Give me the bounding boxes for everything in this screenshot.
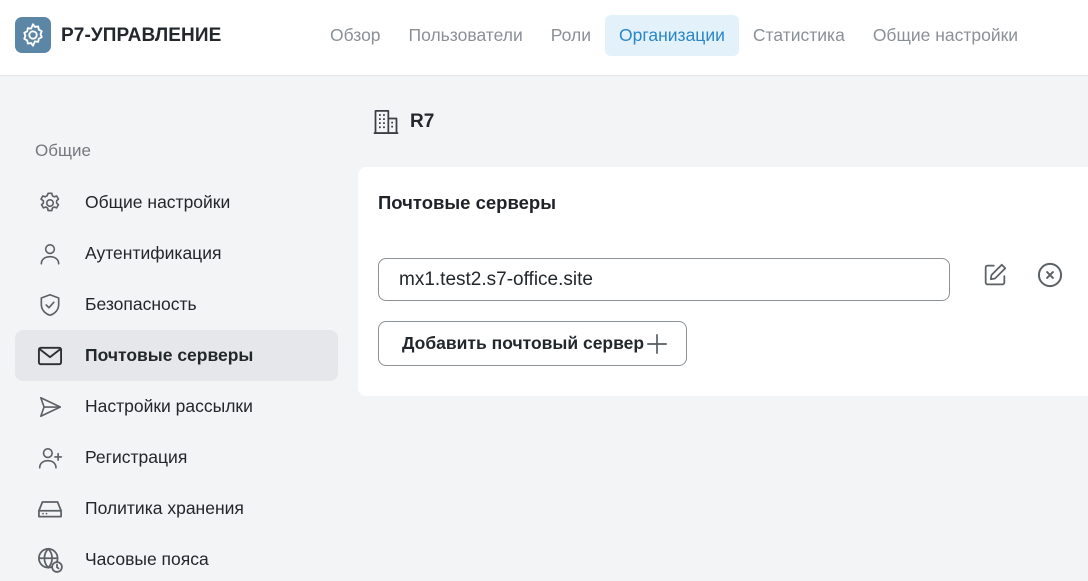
sidebar-heading: Общие (35, 141, 91, 160)
remove-server-button[interactable] (1034, 259, 1066, 291)
main-nav: Обзор Пользователи Роли Организации Стат… (316, 15, 1032, 56)
hard-drive-icon (36, 495, 64, 523)
app-brand-name: Р7-УПРАВЛЕНИЕ (61, 25, 222, 46)
gear-icon (36, 189, 64, 217)
mail-icon (36, 342, 64, 370)
sidebar-item-mail-servers[interactable]: Почтовые серверы (15, 330, 338, 381)
sidebar-item-registration[interactable]: Регистрация (15, 432, 338, 483)
plus-icon (646, 333, 668, 355)
user-plus-icon (36, 444, 64, 472)
nav-users[interactable]: Пользователи (395, 15, 537, 56)
organization-header: R7 (372, 108, 434, 136)
sidebar-item-security[interactable]: Безопасность (15, 279, 338, 330)
sidebar-item-label: Аутентификация (85, 243, 222, 263)
nav-statistics[interactable]: Статистика (739, 15, 859, 56)
gear-logo-icon (23, 23, 43, 47)
building-icon (372, 108, 400, 136)
sidebar-item-retention-policy[interactable]: Политика хранения (15, 483, 338, 534)
organization-name: R7 (410, 111, 435, 132)
nav-general-settings[interactable]: Общие настройки (859, 15, 1032, 56)
sidebar-item-label: Часовые пояса (85, 549, 209, 569)
sidebar-item-time-zones[interactable]: Часовые пояса (15, 534, 338, 581)
nav-overview[interactable]: Обзор (316, 15, 395, 56)
sidebar-item-label: Настройки рассылки (85, 396, 253, 416)
app-logo[interactable] (15, 17, 51, 53)
sidebar-item-general-settings[interactable]: Общие настройки (15, 177, 338, 228)
nav-organizations[interactable]: Организации (605, 15, 739, 56)
add-mail-server-button[interactable]: Добавить почтовый сервер (378, 321, 687, 366)
sidebar-item-label: Общие настройки (85, 192, 231, 212)
add-mail-server-label: Добавить почтовый сервер (402, 333, 645, 353)
nav-roles[interactable]: Роли (537, 15, 605, 56)
sidebar-item-label: Почтовые серверы (85, 345, 254, 365)
edit-icon (984, 263, 1007, 286)
sidebar-item-mailing-settings[interactable]: Настройки рассылки (15, 381, 338, 432)
shield-check-icon (36, 291, 64, 319)
mail-servers-card: Почтовые серверы Добавить почтовый серве… (358, 167, 1088, 396)
top-bar: Р7-УПРАВЛЕНИЕ Обзор Пользователи Роли Ор… (0, 0, 1088, 76)
card-title: Почтовые серверы (378, 192, 556, 213)
sidebar-item-label: Политика хранения (85, 498, 244, 518)
mail-server-input[interactable] (378, 258, 950, 301)
globe-clock-icon (36, 546, 64, 574)
sidebar-item-authentication[interactable]: Аутентификация (15, 228, 338, 279)
close-circle-icon (1037, 262, 1063, 288)
sidebar-item-label: Регистрация (85, 447, 188, 467)
sidebar-item-label: Безопасность (85, 294, 197, 314)
edit-server-button[interactable] (979, 259, 1011, 291)
send-icon (36, 393, 64, 421)
user-icon (36, 240, 64, 268)
